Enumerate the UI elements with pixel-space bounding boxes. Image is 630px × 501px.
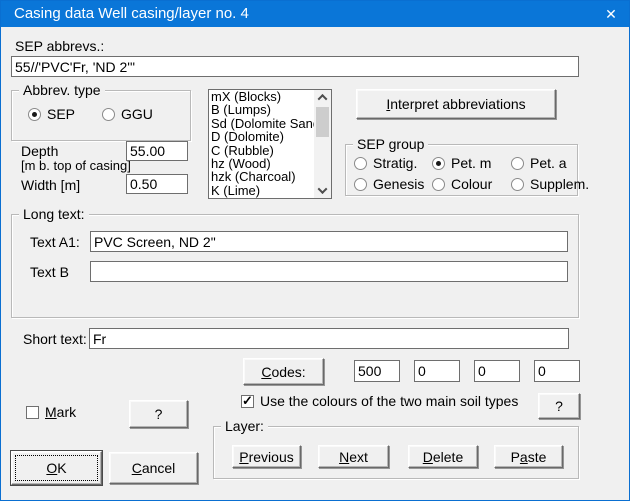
code-input-4[interactable] (534, 360, 580, 382)
help-button-right-label: ? (555, 398, 563, 414)
scroll-down-button[interactable] (314, 183, 331, 198)
ok-button[interactable]: OK (11, 451, 102, 485)
radio-genesis-label: Genesis (373, 176, 424, 192)
radio-stratig-label: Stratig. (373, 155, 417, 171)
delete-button[interactable]: Delete (408, 445, 478, 468)
text-a1-input[interactable] (90, 231, 568, 252)
sep-abbrevs-label: SEP abbrevs.: (15, 38, 104, 54)
abbrev-type-group: Abbrev. type SEP GGU (11, 90, 191, 141)
code-input-2[interactable] (414, 360, 460, 382)
casing-data-dialog: Casing data Well casing/layer no. 4 ✕ SE… (0, 0, 630, 501)
text-a1-label: Text A1: (30, 234, 80, 250)
list-item[interactable]: D (Dolomite) (209, 130, 314, 143)
interpret-abbreviations-label: Interpret abbreviations (386, 96, 525, 112)
radio-ggu[interactable]: GGU (102, 106, 153, 122)
abbreviation-list-items: mX (Blocks) B (Lumps) Sd (Dolomite Sand)… (209, 90, 314, 198)
use-colours-checkbox-label: Use the colours of the two main soil typ… (260, 393, 518, 409)
radio-ggu-label: GGU (121, 106, 153, 122)
radio-stratig-icon (354, 157, 367, 170)
list-item[interactable]: C (Rubble) (209, 144, 314, 157)
radio-pet-a[interactable]: Pet. a (511, 155, 567, 171)
radio-pet-m[interactable]: Pet. m (432, 155, 491, 171)
short-text-input[interactable] (89, 328, 569, 349)
radio-colour-icon (432, 178, 445, 191)
help-button-left-label: ? (155, 406, 163, 422)
list-item[interactable]: hz (Wood) (209, 157, 314, 170)
titlebar[interactable]: Casing data Well casing/layer no. 4 ✕ (1, 1, 629, 27)
radio-supplem[interactable]: Supplem. (511, 176, 589, 192)
checkbox-icon: ✓ (241, 395, 254, 408)
text-b-label: Text B (30, 264, 69, 280)
list-item[interactable]: Sd (Dolomite Sand) (209, 117, 314, 130)
depth-sublabel: [m b. top of casing] (21, 158, 131, 174)
radio-ggu-icon (102, 108, 115, 121)
window-title: Casing data Well casing/layer no. 4 (14, 1, 249, 27)
radio-colour-label: Colour (451, 176, 492, 192)
mark-checkbox[interactable]: ✓ Mark (26, 404, 76, 420)
cancel-button[interactable]: Cancel (109, 452, 198, 484)
code-input-1[interactable] (354, 360, 400, 382)
radio-pet-m-label: Pet. m (451, 155, 491, 171)
list-item[interactable]: B (Lumps) (209, 103, 314, 116)
radio-pet-a-icon (511, 157, 524, 170)
sep-group-label: SEP group (353, 136, 428, 152)
radio-genesis[interactable]: Genesis (354, 176, 424, 192)
scroll-up-button[interactable] (314, 90, 331, 105)
depth-input[interactable] (126, 141, 188, 161)
list-item[interactable]: hzk (Charcoal) (209, 170, 314, 183)
radio-sep[interactable]: SEP (28, 106, 75, 122)
radio-supplem-icon (511, 178, 524, 191)
long-text-group-label: Long text: (19, 206, 89, 222)
help-button-right[interactable]: ? (538, 393, 580, 419)
checkmark-icon: ✓ (242, 394, 253, 408)
width-label: Width [m] (21, 177, 80, 193)
close-button[interactable]: ✕ (593, 1, 629, 27)
width-input[interactable] (126, 174, 188, 194)
radio-genesis-icon (354, 178, 367, 191)
radio-pet-a-label: Pet. a (530, 155, 567, 171)
radio-sep-label: SEP (47, 106, 75, 122)
delete-button-label: Delete (423, 449, 463, 465)
radio-supplem-label: Supplem. (530, 176, 589, 192)
depth-label: Depth (21, 143, 58, 159)
layer-group-label: Layer: (221, 418, 268, 434)
short-text-label: Short text: (23, 331, 87, 347)
paste-button[interactable]: Paste (494, 445, 563, 468)
list-scrollbar[interactable] (314, 90, 331, 198)
cancel-button-label: Cancel (132, 460, 176, 476)
close-icon: ✕ (605, 6, 617, 23)
long-text-group: Long text: Text A1: Text B (11, 214, 579, 318)
checkbox-icon: ✓ (26, 406, 39, 419)
radio-colour[interactable]: Colour (432, 176, 492, 192)
radio-sep-icon (28, 108, 41, 121)
list-item[interactable]: Mk (Lime Marl) (209, 197, 314, 198)
abbrev-type-group-label: Abbrev. type (19, 82, 105, 98)
interpret-abbreviations-button[interactable]: Interpret abbreviations (356, 89, 556, 119)
next-button-label: Next (339, 449, 368, 465)
scrollbar-thumb[interactable] (316, 107, 329, 137)
help-button-left[interactable]: ? (129, 400, 188, 428)
mark-checkbox-label: Mark (45, 404, 76, 420)
paste-button-label: Paste (511, 449, 547, 465)
radio-pet-m-icon (432, 157, 445, 170)
list-item[interactable]: mX (Blocks) (209, 90, 314, 103)
code-input-3[interactable] (474, 360, 520, 382)
layer-group: Layer: Previous Next Delete Paste (213, 426, 579, 479)
codes-button[interactable]: Codes: (243, 358, 324, 385)
chevron-up-icon (318, 94, 328, 104)
previous-button[interactable]: Previous (232, 445, 301, 468)
chevron-down-icon (318, 184, 328, 194)
list-item[interactable]: K (Lime) (209, 184, 314, 197)
codes-button-label: Codes: (261, 364, 305, 380)
sep-group: SEP group Stratig. Pet. m Pet. a Genesis… (345, 144, 578, 196)
abbreviation-listbox[interactable]: mX (Blocks) B (Lumps) Sd (Dolomite Sand)… (208, 89, 332, 199)
next-button[interactable]: Next (318, 445, 389, 468)
previous-button-label: Previous (239, 449, 293, 465)
use-colours-checkbox[interactable]: ✓ Use the colours of the two main soil t… (241, 393, 518, 409)
focus-rect (15, 455, 98, 481)
sep-abbrevs-input[interactable] (11, 56, 579, 77)
text-b-input[interactable] (90, 261, 568, 282)
radio-stratig[interactable]: Stratig. (354, 155, 417, 171)
